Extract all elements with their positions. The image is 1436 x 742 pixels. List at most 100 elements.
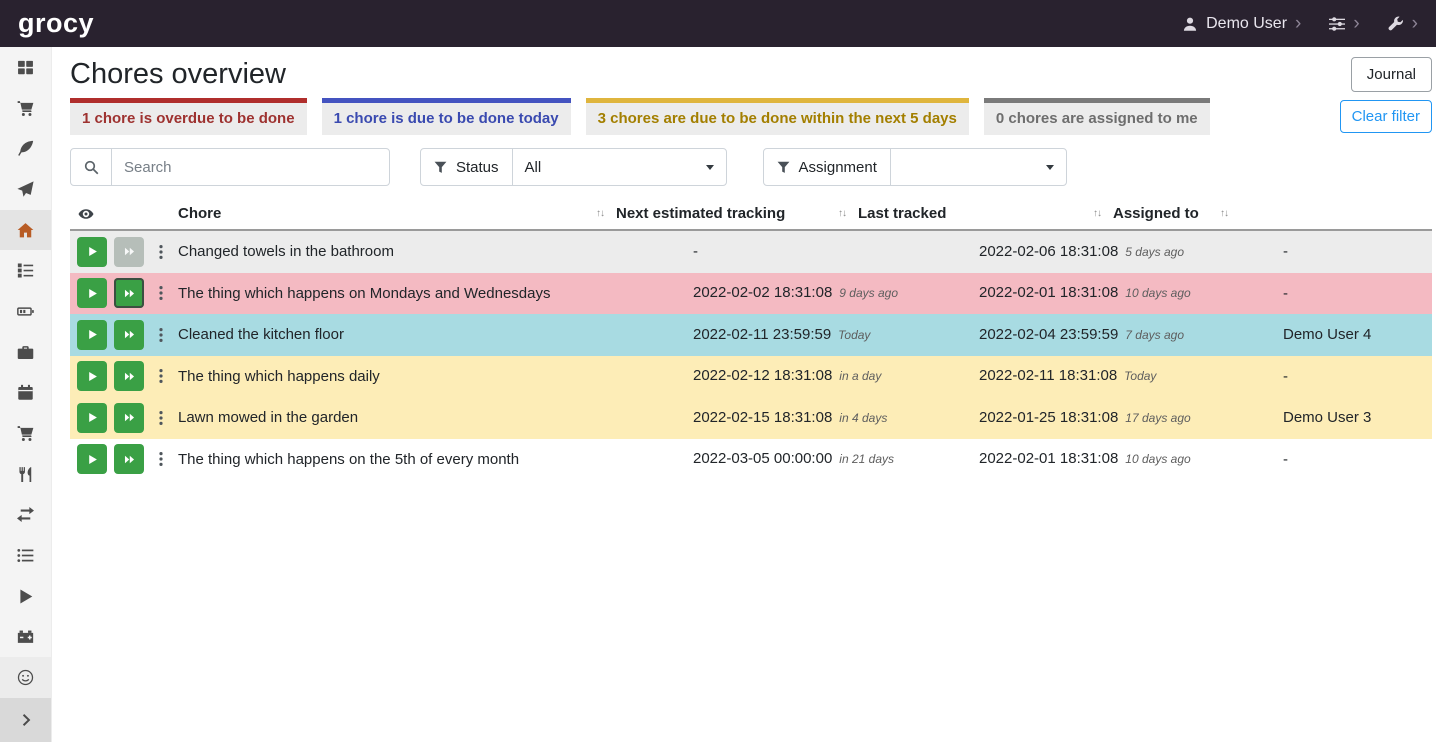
sidebar-item-inventory[interactable]	[0, 535, 51, 576]
sidebar-item-stock-overview[interactable]	[0, 47, 51, 88]
column-header-last-tracked[interactable]: Last tracked ↑↓	[858, 198, 1113, 229]
next-tracking-relative: Today	[838, 328, 870, 342]
user-menu[interactable]: Demo User›	[1182, 14, 1301, 33]
search-input[interactable]	[111, 148, 390, 186]
sidebar-item-shopping-list[interactable]	[0, 88, 51, 129]
status-select-value: All	[525, 159, 542, 176]
sidebar-item-calendar[interactable]	[0, 373, 51, 414]
chore-name: The thing which happens on the 5th of ev…	[178, 451, 693, 468]
skip-chore-execution-button[interactable]	[114, 444, 144, 474]
row-menu-button[interactable]	[159, 285, 163, 301]
row-controls	[70, 320, 178, 350]
column-header-assigned-to[interactable]: Assigned to ↑↓	[1113, 198, 1240, 229]
track-chore-execution-button[interactable]	[77, 361, 107, 391]
row-menu-button[interactable]	[159, 327, 163, 343]
column-header-visibility	[70, 198, 178, 229]
assignment-filter-prepend: Assignment	[763, 148, 891, 186]
skip-chore-execution-button[interactable]	[114, 403, 144, 433]
sidebar-item-equipment[interactable]	[0, 332, 51, 373]
play-icon	[87, 329, 98, 340]
sidebar-item-purchase[interactable]	[0, 413, 51, 454]
status-filter-card-3[interactable]: 0 chores are assigned to me	[984, 98, 1210, 135]
next-tracking-relative: in a day	[839, 369, 881, 383]
row-controls	[70, 278, 178, 308]
next-estimated-tracking-cell: 2022-03-05 00:00:00in 21 days	[693, 450, 979, 468]
status-filter-card-2[interactable]: 3 chores are due to be done within the n…	[586, 98, 969, 135]
track-chore-execution-button[interactable]	[77, 237, 107, 267]
row-menu-button[interactable]	[159, 410, 163, 426]
track-chore-execution-button[interactable]	[77, 403, 107, 433]
last-tracked-cell: 2022-01-25 18:31:0817 days ago	[979, 409, 1283, 427]
status-filter-card-0[interactable]: 1 chore is overdue to be done	[70, 98, 307, 135]
assigned-to: -	[1283, 368, 1432, 385]
track-chore-execution-button[interactable]	[77, 320, 107, 350]
kebab-vertical-icon	[159, 451, 163, 467]
checklist-icon	[17, 262, 34, 279]
settings-menu[interactable]: ›	[1329, 14, 1359, 33]
chevron-down-icon	[706, 165, 714, 170]
skip-chore-execution-button[interactable]	[114, 237, 144, 267]
last-tracked-relative: 7 days ago	[1125, 328, 1184, 342]
status-filter-prepend: Status	[420, 148, 513, 186]
wrench-icon	[1388, 16, 1404, 32]
sort-icon: ↑↓	[1220, 208, 1228, 219]
eye-icon[interactable]	[78, 206, 94, 222]
search-group	[70, 148, 390, 186]
chore-row: The thing which happens on the 5th of ev…	[70, 439, 1432, 481]
row-controls	[70, 361, 178, 391]
navbar-menus: Demo User› › ›	[1182, 14, 1418, 33]
row-menu-button[interactable]	[159, 368, 163, 384]
app-logo[interactable]: grocy	[18, 10, 94, 37]
sort-icon: ↑↓	[1093, 208, 1101, 219]
sidebar-item-battery-tracking[interactable]	[0, 617, 51, 658]
sidebar-item-extras[interactable]	[0, 657, 51, 698]
sidebar-expand-toggle[interactable]	[0, 698, 51, 742]
admin-menu[interactable]: ›	[1388, 14, 1418, 33]
assignment-select[interactable]	[890, 148, 1067, 186]
status-filter-card-1[interactable]: 1 chore is due to be done today	[322, 98, 571, 135]
kebab-vertical-icon	[159, 368, 163, 384]
utensils-icon	[17, 466, 34, 483]
chores-table: Chore ↑↓ Next estimated tracking ↑↓ Last…	[70, 198, 1432, 480]
sidebar-item-recipes[interactable]	[0, 128, 51, 169]
column-header-next-estimated-tracking[interactable]: Next estimated tracking ↑↓	[616, 198, 858, 229]
next-tracking-date: 2022-02-12 18:31:08	[693, 367, 832, 384]
sidebar-item-chores-overview[interactable]	[0, 210, 51, 251]
track-chore-execution-button[interactable]	[77, 278, 107, 308]
table-header-row: Chore ↑↓ Next estimated tracking ↑↓ Last…	[70, 198, 1432, 231]
row-controls	[70, 403, 178, 433]
assigned-to: Demo User 4	[1283, 326, 1432, 343]
track-chore-execution-button[interactable]	[77, 444, 107, 474]
row-menu-button[interactable]	[159, 451, 163, 467]
sidebar-item-batteries-overview[interactable]	[0, 291, 51, 332]
play-icon	[87, 288, 98, 299]
next-tracking-relative: in 4 days	[839, 411, 887, 425]
row-menu-button[interactable]	[159, 244, 163, 260]
sidebar-item-chore-tracking[interactable]	[0, 576, 51, 617]
sidebar-item-meal-plan[interactable]	[0, 169, 51, 210]
last-tracked-relative: Today	[1124, 369, 1156, 383]
clear-filter-button[interactable]: Clear filter	[1340, 100, 1432, 133]
last-tracked-date: 2022-02-01 18:31:08	[979, 450, 1118, 467]
skip-chore-execution-button[interactable]	[114, 278, 144, 308]
chore-name: Lawn mowed in the garden	[178, 409, 693, 426]
row-controls	[70, 444, 178, 474]
assignment-filter-label: Assignment	[799, 159, 877, 176]
status-select[interactable]: All	[512, 148, 727, 186]
sidebar-item-tasks[interactable]	[0, 250, 51, 291]
sliders-icon	[1329, 16, 1345, 32]
chore-row: Changed towels in the bathroom-2022-02-0…	[70, 231, 1432, 273]
last-tracked-relative: 10 days ago	[1125, 452, 1190, 466]
last-tracked-cell: 2022-02-01 18:31:08 10 days ago	[979, 450, 1283, 468]
play-icon	[87, 246, 98, 257]
chore-name: Changed towels in the bathroom	[178, 243, 693, 260]
skip-chore-execution-button[interactable]	[114, 361, 144, 391]
next-estimated-tracking-cell: 2022-02-02 18:31:089 days ago	[693, 284, 979, 302]
skip-chore-execution-button[interactable]	[114, 320, 144, 350]
sidebar-item-consume[interactable]	[0, 454, 51, 495]
column-header-chore[interactable]: Chore ↑↓	[178, 198, 616, 229]
column-header-next-label: Next estimated tracking	[616, 205, 785, 222]
sidebar-item-transfer[interactable]	[0, 495, 51, 536]
chevron-down-icon	[1046, 165, 1054, 170]
journal-button[interactable]: Journal	[1351, 57, 1432, 92]
